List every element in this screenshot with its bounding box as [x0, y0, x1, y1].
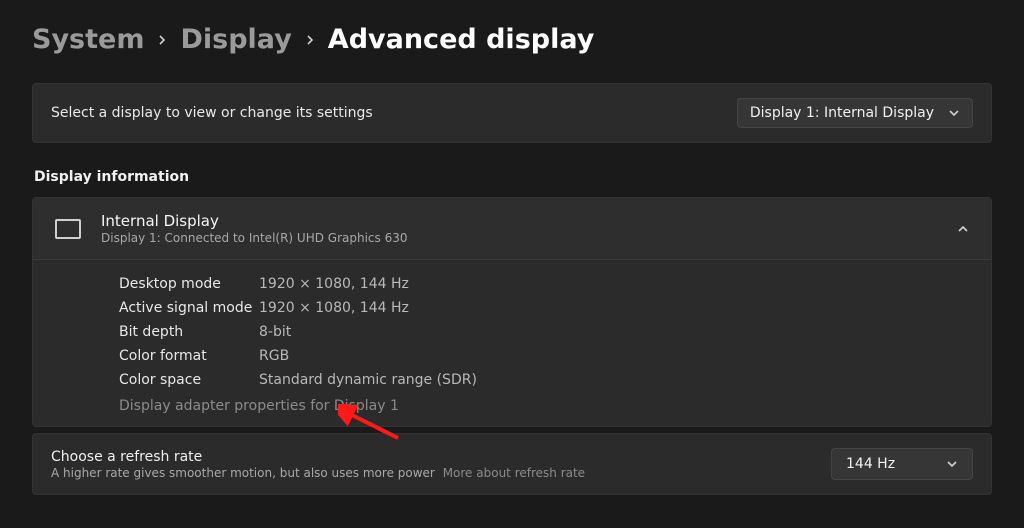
refresh-rate-desc-text: A higher rate gives smoother motion, but…: [51, 466, 435, 480]
display-info-header[interactable]: Internal Display Display 1: Connected to…: [33, 198, 991, 260]
info-row-desktop-mode: Desktop mode 1920 × 1080, 144 Hz: [119, 272, 991, 296]
refresh-rate-desc: A higher rate gives smoother motion, but…: [51, 466, 585, 480]
display-selector-dropdown[interactable]: Display 1: Internal Display: [737, 98, 973, 128]
info-row-color-space: Color space Standard dynamic range (SDR): [119, 368, 991, 392]
select-display-label: Select a display to view or change its s…: [51, 105, 373, 121]
more-about-refresh-rate-link[interactable]: More about refresh rate: [443, 466, 585, 480]
info-value: 1920 × 1080, 144 Hz: [259, 300, 409, 316]
chevron-right-icon: [304, 34, 316, 46]
display-adapter-properties-link[interactable]: Display adapter properties for Display 1: [119, 398, 399, 414]
refresh-rate-panel: Choose a refresh rate A higher rate give…: [32, 433, 992, 495]
display-subtitle: Display 1: Connected to Intel(R) UHD Gra…: [101, 231, 937, 245]
select-display-panel: Select a display to view or change its s…: [32, 83, 992, 143]
display-title: Internal Display: [101, 212, 937, 230]
chevron-down-icon: [948, 107, 960, 119]
info-label: Desktop mode: [119, 276, 259, 292]
refresh-rate-value: 144 Hz: [846, 456, 895, 472]
refresh-rate-dropdown[interactable]: 144 Hz: [831, 448, 973, 480]
info-label: Active signal mode: [119, 300, 259, 316]
info-row-bit-depth: Bit depth 8-bit: [119, 320, 991, 344]
breadcrumb: System Display Advanced display: [32, 24, 992, 55]
display-info-body: Desktop mode 1920 × 1080, 144 Hz Active …: [33, 260, 991, 426]
display-selector-value: Display 1: Internal Display: [750, 105, 934, 121]
info-label: Color space: [119, 372, 259, 388]
info-row-active-signal: Active signal mode 1920 × 1080, 144 Hz: [119, 296, 991, 320]
display-info-card: Internal Display Display 1: Connected to…: [32, 197, 992, 427]
info-value: 8-bit: [259, 324, 291, 340]
breadcrumb-display[interactable]: Display: [180, 24, 291, 55]
info-label: Bit depth: [119, 324, 259, 340]
section-title-display-information: Display information: [34, 169, 992, 185]
chevron-down-icon: [946, 458, 958, 470]
chevron-right-icon: [156, 34, 168, 46]
info-value: 1920 × 1080, 144 Hz: [259, 276, 409, 292]
breadcrumb-system[interactable]: System: [32, 24, 144, 55]
refresh-rate-title: Choose a refresh rate: [51, 449, 585, 465]
info-row-color-format: Color format RGB: [119, 344, 991, 368]
breadcrumb-advanced-display: Advanced display: [328, 24, 595, 55]
info-label: Color format: [119, 348, 259, 364]
chevron-up-icon: [957, 223, 969, 235]
info-value: Standard dynamic range (SDR): [259, 372, 477, 388]
monitor-icon: [55, 219, 81, 239]
info-value: RGB: [259, 348, 289, 364]
